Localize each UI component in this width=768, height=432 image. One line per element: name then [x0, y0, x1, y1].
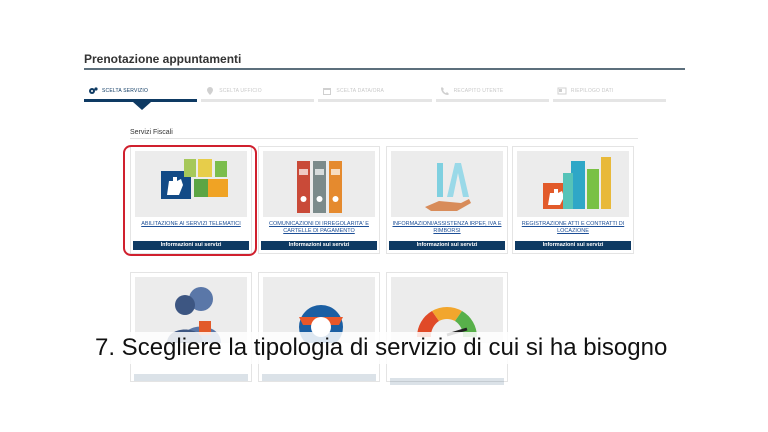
card-image	[391, 151, 503, 217]
step-riepilogo-dati[interactable]: Riepilogo dati	[552, 82, 667, 102]
service-card[interactable]	[386, 272, 508, 382]
step-scelta-ufficio[interactable]: Scelta ufficio	[201, 82, 315, 102]
buildings-icon	[543, 157, 611, 209]
card-image	[517, 151, 629, 217]
section-divider	[130, 138, 638, 139]
step-label: Riepilogo dati	[570, 87, 614, 94]
card-icon	[557, 87, 567, 94]
active-step-pointer	[133, 102, 151, 110]
info-button-faded	[390, 378, 504, 385]
info-button[interactable]: Informazioni sui servizi	[515, 241, 631, 250]
section-title: Servizi Fiscali	[130, 129, 173, 136]
step-scelta-data[interactable]: Scelta data/ora	[318, 82, 432, 102]
phone-icon	[440, 86, 449, 95]
info-button[interactable]: Informazioni sui servizi	[389, 241, 505, 250]
service-card[interactable]: COMUNICAZIONI DI IRREGOLARITA' E CARTELL…	[258, 146, 380, 254]
wizard-steps: Scelta servizio Scelta ufficio Scelta da…	[84, 82, 667, 102]
service-card[interactable]	[258, 272, 380, 382]
info-button-faded	[134, 374, 248, 381]
page-title: Prenotazione appuntamenti	[84, 52, 242, 66]
gears-icon	[89, 86, 98, 94]
hand-letters-icon	[425, 163, 471, 211]
info-button-faded	[262, 374, 376, 381]
service-card[interactable]	[130, 272, 252, 382]
selection-highlight	[123, 145, 257, 256]
step-label: Scelta data/ora	[336, 87, 385, 94]
service-card[interactable]: INFORMAZIONI/ASSISTENZA IRPEF, IVA E RIM…	[386, 146, 508, 254]
location-icon	[207, 86, 214, 95]
tutorial-caption: 7. Scegliere la tipologia di servizio di…	[95, 332, 695, 364]
title-divider	[84, 68, 685, 70]
step-label: Recapito utente	[453, 87, 504, 94]
info-button[interactable]: Informazioni sui servizi	[261, 241, 377, 250]
card-link[interactable]: INFORMAZIONI/ASSISTENZA IRPEF, IVA E RIM…	[389, 221, 505, 235]
service-card[interactable]: REGISTRAZIONE ATTI E CONTRATTI DI LOCAZI…	[512, 146, 634, 254]
card-image	[263, 151, 375, 217]
card-link[interactable]: REGISTRAZIONE ATTI E CONTRATTI DI LOCAZI…	[515, 221, 631, 235]
step-label: Scelta servizio	[102, 87, 149, 94]
binders-icon	[297, 161, 342, 213]
step-scelta-servizio[interactable]: Scelta servizio	[84, 82, 198, 102]
step-label: Scelta ufficio	[219, 87, 262, 94]
calendar-icon	[323, 87, 332, 95]
step-recapito-utente[interactable]: Recapito utente	[435, 82, 549, 102]
card-link[interactable]: COMUNICAZIONI DI IRREGOLARITA' E CARTELL…	[261, 221, 377, 235]
